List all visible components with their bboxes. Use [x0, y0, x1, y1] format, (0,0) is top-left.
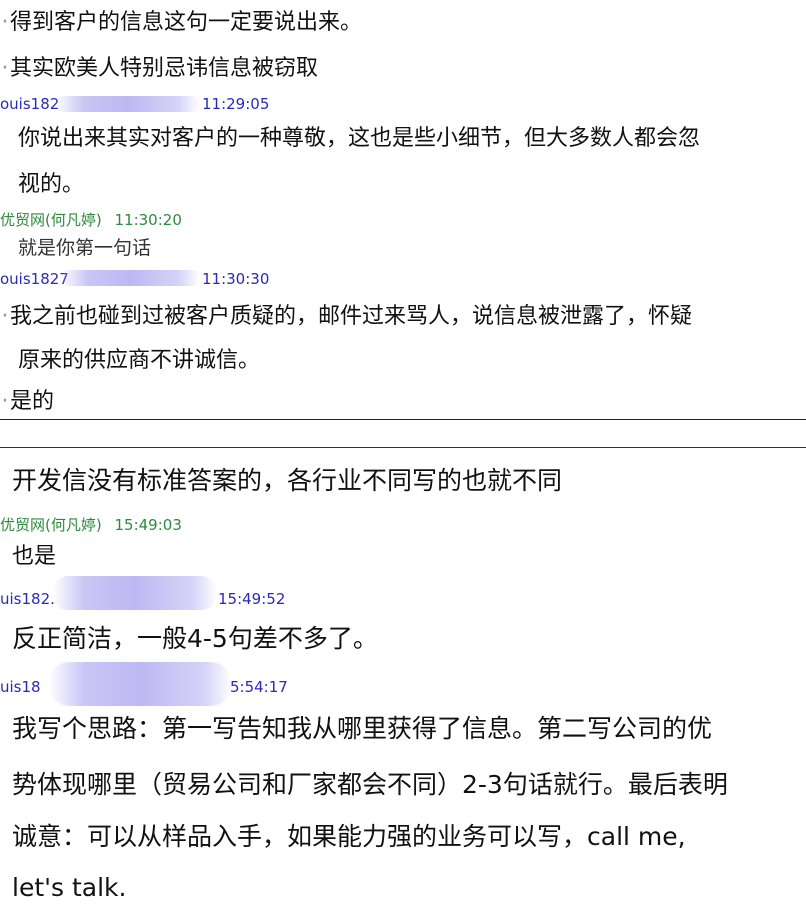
message-text: 我写个思路：第一写告知我从哪里获得了信息。第二写公司的优 [12, 714, 713, 743]
sender-name[interactable]: ouis1827 [0, 270, 69, 288]
message-text: 原来的供应商不讲诚信。 [18, 348, 261, 373]
message-time: 5:54:17 [230, 678, 288, 696]
chat-panel-bottom: 开发信没有标准答案的，各行业不同写的也就不同 优贸网(何凡婷) 15:49:03… [0, 447, 806, 918]
redacted-blur [52, 576, 217, 610]
sender-name[interactable]: uis18 [0, 678, 41, 696]
message-text: 也是 [12, 544, 57, 569]
message-line: ·我之前也碰到过被客户质疑的，邮件过来骂人，说信息被泄露了，怀疑 [0, 304, 693, 330]
redacted-blur [48, 662, 232, 706]
sender-name[interactable]: uis182. [0, 590, 55, 608]
bullet-icon: · [1, 389, 9, 414]
message-meta: 优贸网(何凡婷) 11:30:20 [0, 211, 182, 229]
redacted-blur [60, 270, 200, 286]
message-meta: ouis182 [0, 95, 59, 113]
message-meta: ouis1827 [0, 270, 69, 288]
message-line: ·得到客户的信息这句一定要说出来。 [0, 10, 363, 36]
message-meta: uis182. [0, 590, 55, 608]
message-text: 反正简洁，一般4-5句差不多了。 [12, 624, 378, 653]
sender-name[interactable]: 优贸网(何凡婷) [0, 516, 102, 534]
sender-name[interactable]: ouis182 [0, 95, 59, 113]
message-line: ·是的 [0, 389, 55, 415]
message-text: 是的 [10, 389, 55, 414]
bullet-icon: · [1, 10, 9, 35]
message-text: 视的。 [18, 172, 85, 197]
message-text: 你说出来其实对客户的一种尊敬，这也是些小细节，但大多数人都会忽 [18, 126, 701, 151]
message-text: 就是你第一句话 [18, 237, 152, 259]
message-text: 得到客户的信息这句一定要说出来。 [10, 10, 363, 35]
message-text: 我之前也碰到过被客户质疑的，邮件过来骂人，说信息被泄露了，怀疑 [10, 304, 693, 329]
message-meta: 优贸网(何凡婷) 15:49:03 [0, 516, 182, 534]
message-time: 15:49:03 [114, 516, 182, 534]
message-text: 其实欧美人特别忌讳信息被窃取 [10, 56, 319, 81]
divider-gap [0, 420, 806, 447]
redacted-blur [55, 96, 200, 112]
message-text: let's talk. [12, 873, 127, 902]
bullet-icon: · [1, 304, 9, 329]
message-text: 开发信没有标准答案的，各行业不同写的也就不同 [12, 466, 563, 495]
message-meta: uis18 [0, 678, 41, 696]
message-time: 11:29:05 [202, 95, 270, 113]
message-line: ·其实欧美人特别忌讳信息被窃取 [0, 56, 319, 82]
message-time: 11:30:20 [114, 211, 182, 229]
message-text: 诚意：可以从样品入手，如果能力强的业务可以写，call me, [12, 822, 686, 851]
chat-panel-top: ·得到客户的信息这句一定要说出来。 ·其实欧美人特别忌讳信息被窃取 ouis18… [0, 0, 806, 420]
message-time: 15:49:52 [218, 590, 286, 608]
sender-name[interactable]: 优贸网(何凡婷) [0, 211, 102, 229]
message-time: 11:30:30 [202, 270, 270, 288]
bullet-icon: · [1, 56, 9, 81]
message-text: 势体现哪里（贸易公司和厂家都会不同）2-3句话就行。最后表明 [12, 770, 728, 799]
